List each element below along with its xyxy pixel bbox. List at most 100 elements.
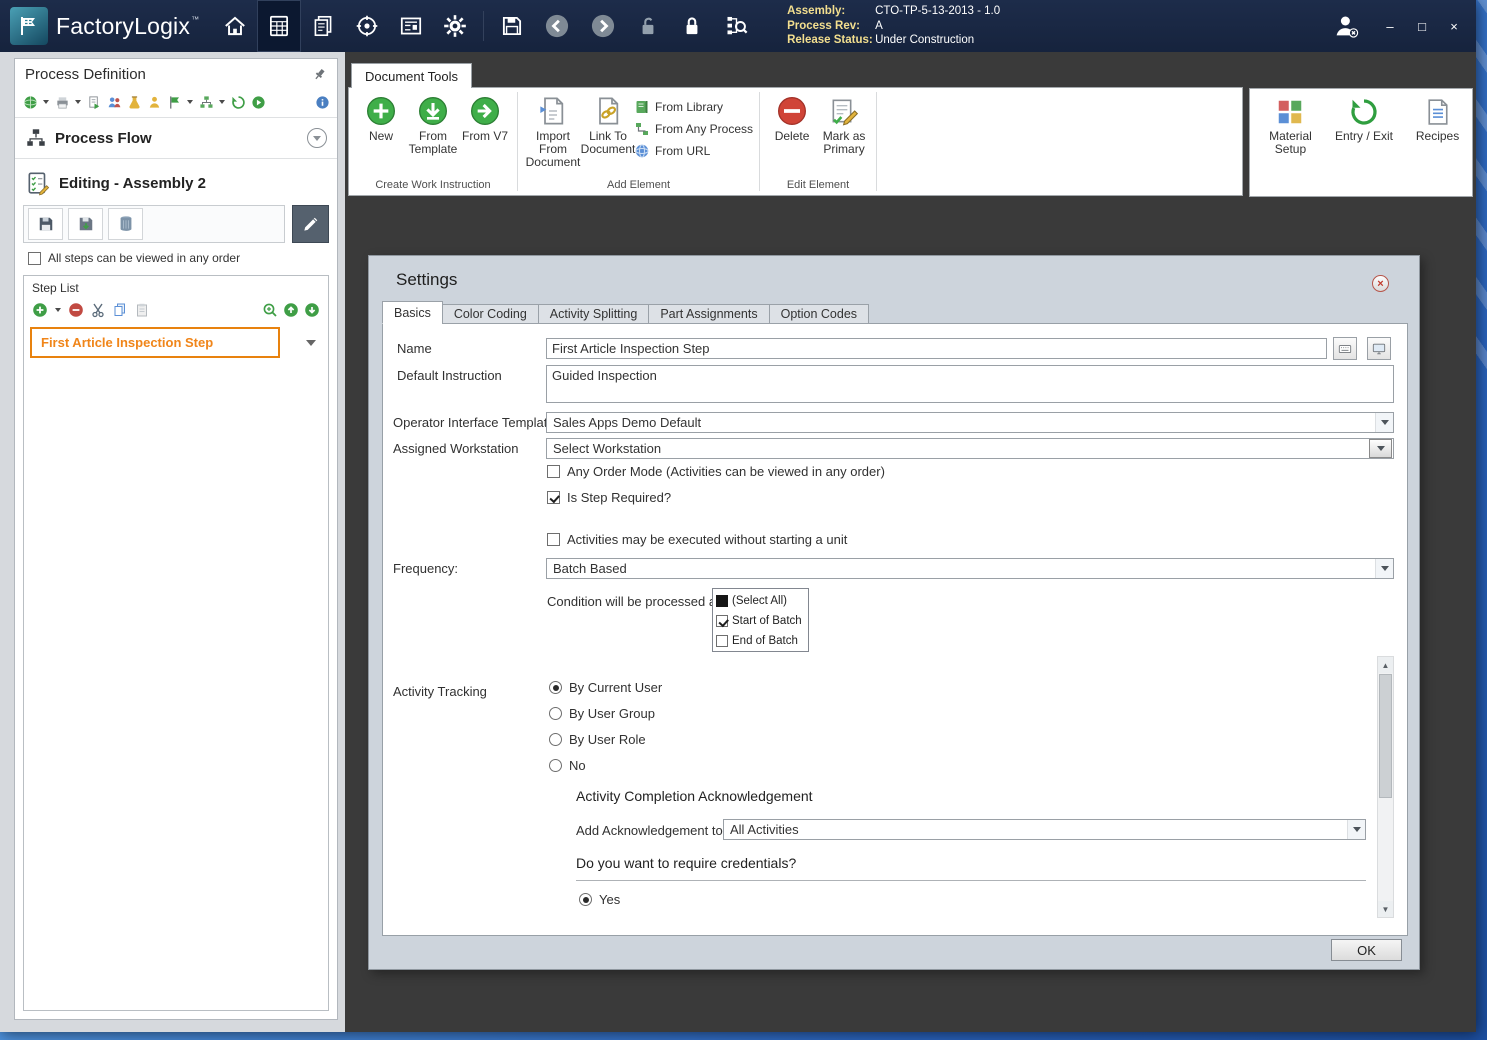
credentials-yes-radio[interactable] [579, 893, 592, 906]
dialog-scrollbar[interactable]: ▲ ▼ [1377, 656, 1394, 918]
order-checkbox-row[interactable]: All steps can be viewed in any order [15, 243, 337, 273]
pin-icon[interactable] [312, 67, 327, 82]
step-item-first-article-inspection[interactable]: First Article Inspection Step [30, 327, 280, 358]
tree-dropdown-icon[interactable] [219, 100, 225, 104]
step-required-checkbox[interactable] [547, 491, 560, 504]
dialog-close-icon[interactable]: × [1372, 275, 1389, 292]
home-button[interactable] [213, 0, 257, 52]
logout-user-button[interactable] [1322, 0, 1370, 52]
publish-dropdown-icon[interactable] [43, 100, 49, 104]
any-order-checkbox-row[interactable]: Any Order Mode (Activities can be viewed… [547, 464, 885, 479]
move-up-icon[interactable] [283, 302, 299, 318]
flag-icon[interactable] [166, 94, 182, 110]
work-instructions-button[interactable] [257, 0, 301, 52]
any-order-checkbox[interactable] [547, 465, 560, 478]
import-from-document-button[interactable]: Import From Document [524, 95, 582, 169]
name-input[interactable] [546, 338, 1327, 359]
copy-icon[interactable] [112, 302, 128, 318]
scroll-up-icon[interactable]: ▲ [1378, 657, 1393, 673]
navigator-button[interactable] [345, 0, 389, 52]
export-icon[interactable] [86, 94, 102, 110]
from-template-button[interactable]: From Template [407, 95, 459, 156]
print-dropdown-icon[interactable] [75, 100, 81, 104]
tab-document-tools[interactable]: Document Tools [351, 63, 472, 88]
workstation-dropdown-button[interactable] [1369, 439, 1392, 458]
tracking-no[interactable]: No [549, 758, 586, 773]
paste-icon[interactable] [134, 302, 150, 318]
select-all-checkbox[interactable] [716, 595, 728, 607]
no-unit-checkbox[interactable] [547, 533, 560, 546]
release-review-button[interactable] [714, 0, 759, 52]
cut-icon[interactable] [90, 302, 106, 318]
workstation-select[interactable]: Select Workstation [546, 438, 1394, 459]
condition-option-start-of-batch[interactable]: Start of Batch [716, 611, 805, 631]
ok-button[interactable]: OK [1331, 939, 1402, 961]
from-any-process-button[interactable]: From Any Process [634, 120, 753, 138]
unlock-button[interactable] [626, 0, 670, 52]
save-button[interactable] [490, 0, 534, 52]
forward-button[interactable] [580, 0, 626, 52]
remove-step-icon[interactable] [68, 302, 84, 318]
by-user-role-radio[interactable] [549, 733, 562, 746]
new-button[interactable]: New [355, 95, 407, 143]
tab-activity-splitting[interactable]: Activity Splitting [538, 304, 650, 324]
tab-basics[interactable]: Basics [382, 301, 443, 324]
settings-button[interactable] [433, 0, 477, 52]
sync-icon[interactable] [230, 94, 246, 110]
end-of-batch-checkbox[interactable] [716, 635, 728, 647]
back-button[interactable] [534, 0, 580, 52]
zoom-step-icon[interactable] [262, 302, 278, 318]
tab-option-codes[interactable]: Option Codes [769, 304, 869, 324]
test-flask-icon[interactable] [126, 94, 142, 110]
from-v7-button[interactable]: From V7 [459, 95, 511, 143]
news-button[interactable] [389, 0, 433, 52]
operator-template-select[interactable]: Sales Apps Demo Default [546, 412, 1394, 433]
order-checkbox[interactable] [28, 252, 41, 265]
condition-option-end-of-batch[interactable]: End of Batch [716, 631, 805, 651]
info-icon[interactable] [314, 94, 330, 110]
scroll-down-icon[interactable]: ▼ [1378, 901, 1393, 917]
minimize-button[interactable]: – [1378, 14, 1402, 38]
recipes-button[interactable]: Recipes [1409, 97, 1466, 196]
tab-color-coding[interactable]: Color Coding [442, 304, 539, 324]
tracking-by-user-group[interactable]: By User Group [549, 706, 655, 721]
add-step-dropdown-icon[interactable] [55, 308, 61, 312]
by-current-user-radio[interactable] [549, 681, 562, 694]
ack-select[interactable]: All Activities [723, 819, 1366, 840]
mark-as-primary-button[interactable]: Mark as Primary [818, 95, 870, 156]
credentials-yes-row[interactable]: Yes [579, 892, 620, 907]
operator-icon[interactable] [146, 94, 162, 110]
entry-exit-button[interactable]: Entry / Exit [1329, 97, 1399, 196]
no-unit-checkbox-row[interactable]: Activities may be executed without start… [547, 532, 847, 547]
tracking-by-current-user[interactable]: By Current User [549, 680, 662, 695]
move-down-icon[interactable] [304, 302, 320, 318]
collapse-process-flow-icon[interactable] [307, 128, 327, 148]
print-icon[interactable] [54, 94, 70, 110]
edit-mode-button[interactable] [292, 205, 329, 243]
delete-step-button[interactable] [108, 208, 143, 240]
tab-part-assignments[interactable]: Part Assignments [648, 304, 769, 324]
publish-icon[interactable] [22, 94, 38, 110]
by-user-group-radio[interactable] [549, 707, 562, 720]
users-icon[interactable] [106, 94, 122, 110]
name-translate-button[interactable] [1333, 337, 1357, 360]
process-flow-row[interactable]: Process Flow [15, 120, 337, 156]
start-of-batch-checkbox[interactable] [716, 615, 728, 627]
tracking-no-radio[interactable] [549, 759, 562, 772]
from-url-button[interactable]: From URL [634, 142, 753, 160]
frequency-select[interactable]: Batch Based [546, 558, 1394, 579]
default-instruction-input[interactable]: Guided Inspection [546, 365, 1394, 403]
link-to-document-button[interactable]: Link To Document [582, 95, 634, 156]
start-icon[interactable] [250, 94, 266, 110]
close-button[interactable]: × [1442, 14, 1466, 38]
material-setup-button[interactable]: Material Setup [1262, 97, 1319, 196]
step-expand-icon[interactable] [306, 340, 316, 346]
name-editor-button[interactable] [1367, 337, 1391, 360]
condition-listbox[interactable]: (Select All) Start of Batch End of Batch [712, 588, 809, 652]
condition-option-select-all[interactable]: (Select All) [716, 591, 805, 611]
lock-button[interactable] [670, 0, 714, 52]
tree-icon[interactable] [198, 94, 214, 110]
from-library-button[interactable]: From Library [634, 98, 753, 116]
maximize-button[interactable]: □ [1410, 14, 1434, 38]
add-step-icon[interactable] [32, 302, 48, 318]
